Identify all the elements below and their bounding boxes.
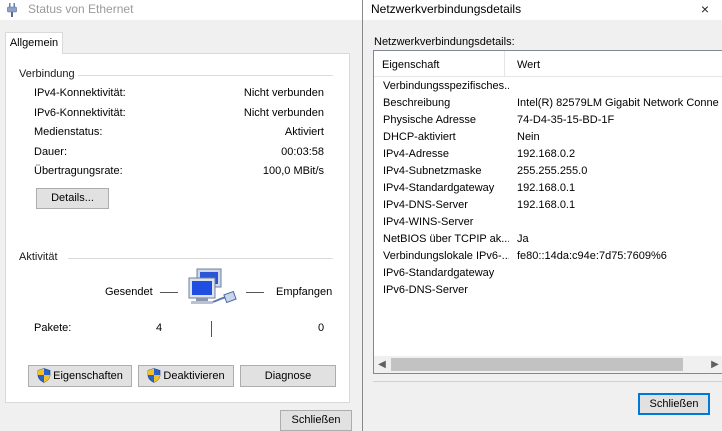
listview-row[interactable]: IPv4-Subnetzmaske 255.255.255.0 [374, 163, 722, 180]
details-close-button-label: Schließen [649, 398, 699, 410]
details-button[interactable]: Details... [36, 188, 109, 209]
media-status-label: Medienstatus: [34, 126, 103, 138]
transfer-rate-value: 100,0 MBit/s [262, 165, 324, 177]
details-caption: Netzwerkverbindungsdetails: [374, 36, 515, 48]
row-property: IPv4-WINS-Server [383, 216, 474, 228]
activity-group-heading: Aktivität [19, 251, 58, 263]
listview-row[interactable]: IPv4-Adresse 192.168.0.2 [374, 146, 722, 163]
row-property: IPv4-DNS-Server [383, 199, 468, 211]
row-property: NetBIOS über TCPIP ak... [383, 233, 509, 245]
deactivate-button[interactable]: Deaktivieren [138, 365, 234, 387]
packets-label: Pakete: [34, 322, 72, 334]
uac-shield-icon [37, 367, 51, 383]
scroll-left-icon[interactable]: ◀ [375, 358, 389, 371]
received-label: Empfangen [276, 286, 333, 298]
connection-group-divider [78, 75, 333, 76]
row-property: Physische Adresse [383, 114, 476, 126]
row-property: IPv4-Adresse [383, 148, 450, 160]
row-value: Ja [517, 233, 529, 245]
activity-divider-line [211, 321, 212, 337]
listview-row[interactable]: IPv4-DNS-Server 192.168.0.1 [374, 197, 722, 214]
sent-label: Gesendet [105, 286, 153, 298]
sent-line [160, 292, 178, 293]
close-icon[interactable]: × [687, 0, 722, 20]
details-window-title: Netzwerkverbindungsdetails [371, 2, 522, 16]
connection-group-heading: Verbindung [19, 68, 75, 80]
listview-row[interactable]: Physische Adresse 74-D4-35-15-BD-1F [374, 112, 722, 129]
listview-header: Eigenschaft Wert [374, 51, 722, 77]
deactivate-button-label: Deaktivieren [163, 370, 225, 382]
details-button-label: Details... [51, 192, 94, 204]
listview-row[interactable]: Verbindungsspezifisches... [374, 78, 722, 95]
received-line [246, 292, 264, 293]
row-value: 192.168.0.1 [517, 182, 576, 194]
details-close-button[interactable]: Schließen [638, 393, 710, 415]
duration-label: Dauer: [34, 146, 68, 158]
status-window: Status von Ethernet Allgemein Verbindung… [0, 0, 362, 431]
row-property: Beschreibung [383, 97, 451, 109]
status-close-button-label: Schließen [291, 414, 341, 426]
listview-row[interactable]: IPv4-WINS-Server [374, 214, 722, 231]
listview-row[interactable]: DHCP-aktiviert Nein [374, 129, 722, 146]
row-value: Nein [517, 131, 540, 143]
packets-received-value: 0 [318, 322, 325, 334]
status-close-button[interactable]: Schließen [280, 410, 352, 431]
duration-value: 00:03:58 [281, 146, 324, 158]
row-value: fe80::14da:c94e:7d75:7609%6 [517, 250, 667, 262]
column-header-value[interactable]: Wert [517, 59, 540, 71]
row-property: IPv6-Standardgateway [383, 267, 495, 279]
diagnose-button-label: Diagnose [264, 370, 312, 382]
row-property: IPv4-Subnetzmaske [383, 165, 482, 177]
tab-allgemein[interactable]: Allgemein [5, 32, 63, 54]
status-window-title: Status von Ethernet [28, 2, 134, 16]
details-titlebar: Netzwerkverbindungsdetails × [363, 0, 722, 20]
row-property: IPv6-DNS-Server [383, 284, 468, 296]
status-titlebar: Status von Ethernet [0, 0, 362, 20]
scroll-right-icon[interactable]: ▶ [708, 358, 722, 371]
row-value: 255.255.255.0 [517, 165, 588, 177]
listview-row[interactable]: IPv4-Standardgateway 192.168.0.1 [374, 180, 722, 197]
row-value: 192.168.0.2 [517, 148, 576, 160]
ipv4-connectivity-label: IPv4-Konnektivität: [34, 87, 126, 99]
listview-row[interactable]: IPv6-DNS-Server [374, 282, 722, 299]
ipv6-connectivity-label: IPv6-Konnektivität: [34, 107, 126, 119]
row-value: Intel(R) 82579LM Gigabit Network Conne [517, 97, 719, 109]
uac-shield-icon [148, 367, 161, 383]
column-separator[interactable] [504, 51, 505, 76]
transfer-rate-label: Übertragungsrate: [34, 165, 123, 177]
tab-panel-allgemein [5, 53, 350, 403]
ipv6-connectivity-value: Nicht verbunden [243, 107, 324, 119]
listview-row[interactable]: Verbindungslokale IPv6-... fe80::14da:c94… [374, 248, 722, 265]
packets-sent-value: 4 [156, 322, 163, 334]
network-computers-icon [188, 268, 237, 304]
listview-row[interactable]: Beschreibung Intel(R) 82579LM Gigabit Net… [374, 95, 722, 112]
details-footer-divider [373, 381, 722, 382]
ethernet-plug-icon [7, 3, 17, 17]
properties-button[interactable]: Eigenschaften [28, 365, 132, 387]
listview-row[interactable]: NetBIOS über TCPIP ak... Ja [374, 231, 722, 248]
horizontal-scrollbar[interactable]: ◀ ▶ [374, 356, 722, 373]
row-property: DHCP-aktiviert [383, 131, 456, 143]
scrollbar-thumb[interactable] [391, 358, 683, 371]
row-property: Verbindungsspezifisches... [383, 80, 509, 92]
ipv4-connectivity-value: Nicht verbunden [243, 87, 324, 99]
media-status-value: Aktiviert [284, 126, 324, 138]
details-window: Netzwerkverbindungsdetails × Netzwerkver… [362, 0, 722, 431]
row-value: 192.168.0.1 [517, 199, 576, 211]
row-property: Verbindungslokale IPv6-... [383, 250, 509, 262]
details-listview[interactable]: Eigenschaft Wert Verbindungsspezifisches… [373, 50, 722, 374]
row-value: 74-D4-35-15-BD-1F [517, 114, 615, 126]
diagnose-button[interactable]: Diagnose [240, 365, 336, 387]
row-property: IPv4-Standardgateway [383, 182, 495, 194]
listview-row[interactable]: IPv6-Standardgateway [374, 265, 722, 282]
activity-group-divider [68, 258, 333, 259]
properties-button-label: Eigenschaften [53, 370, 123, 382]
column-header-property[interactable]: Eigenschaft [382, 59, 439, 71]
